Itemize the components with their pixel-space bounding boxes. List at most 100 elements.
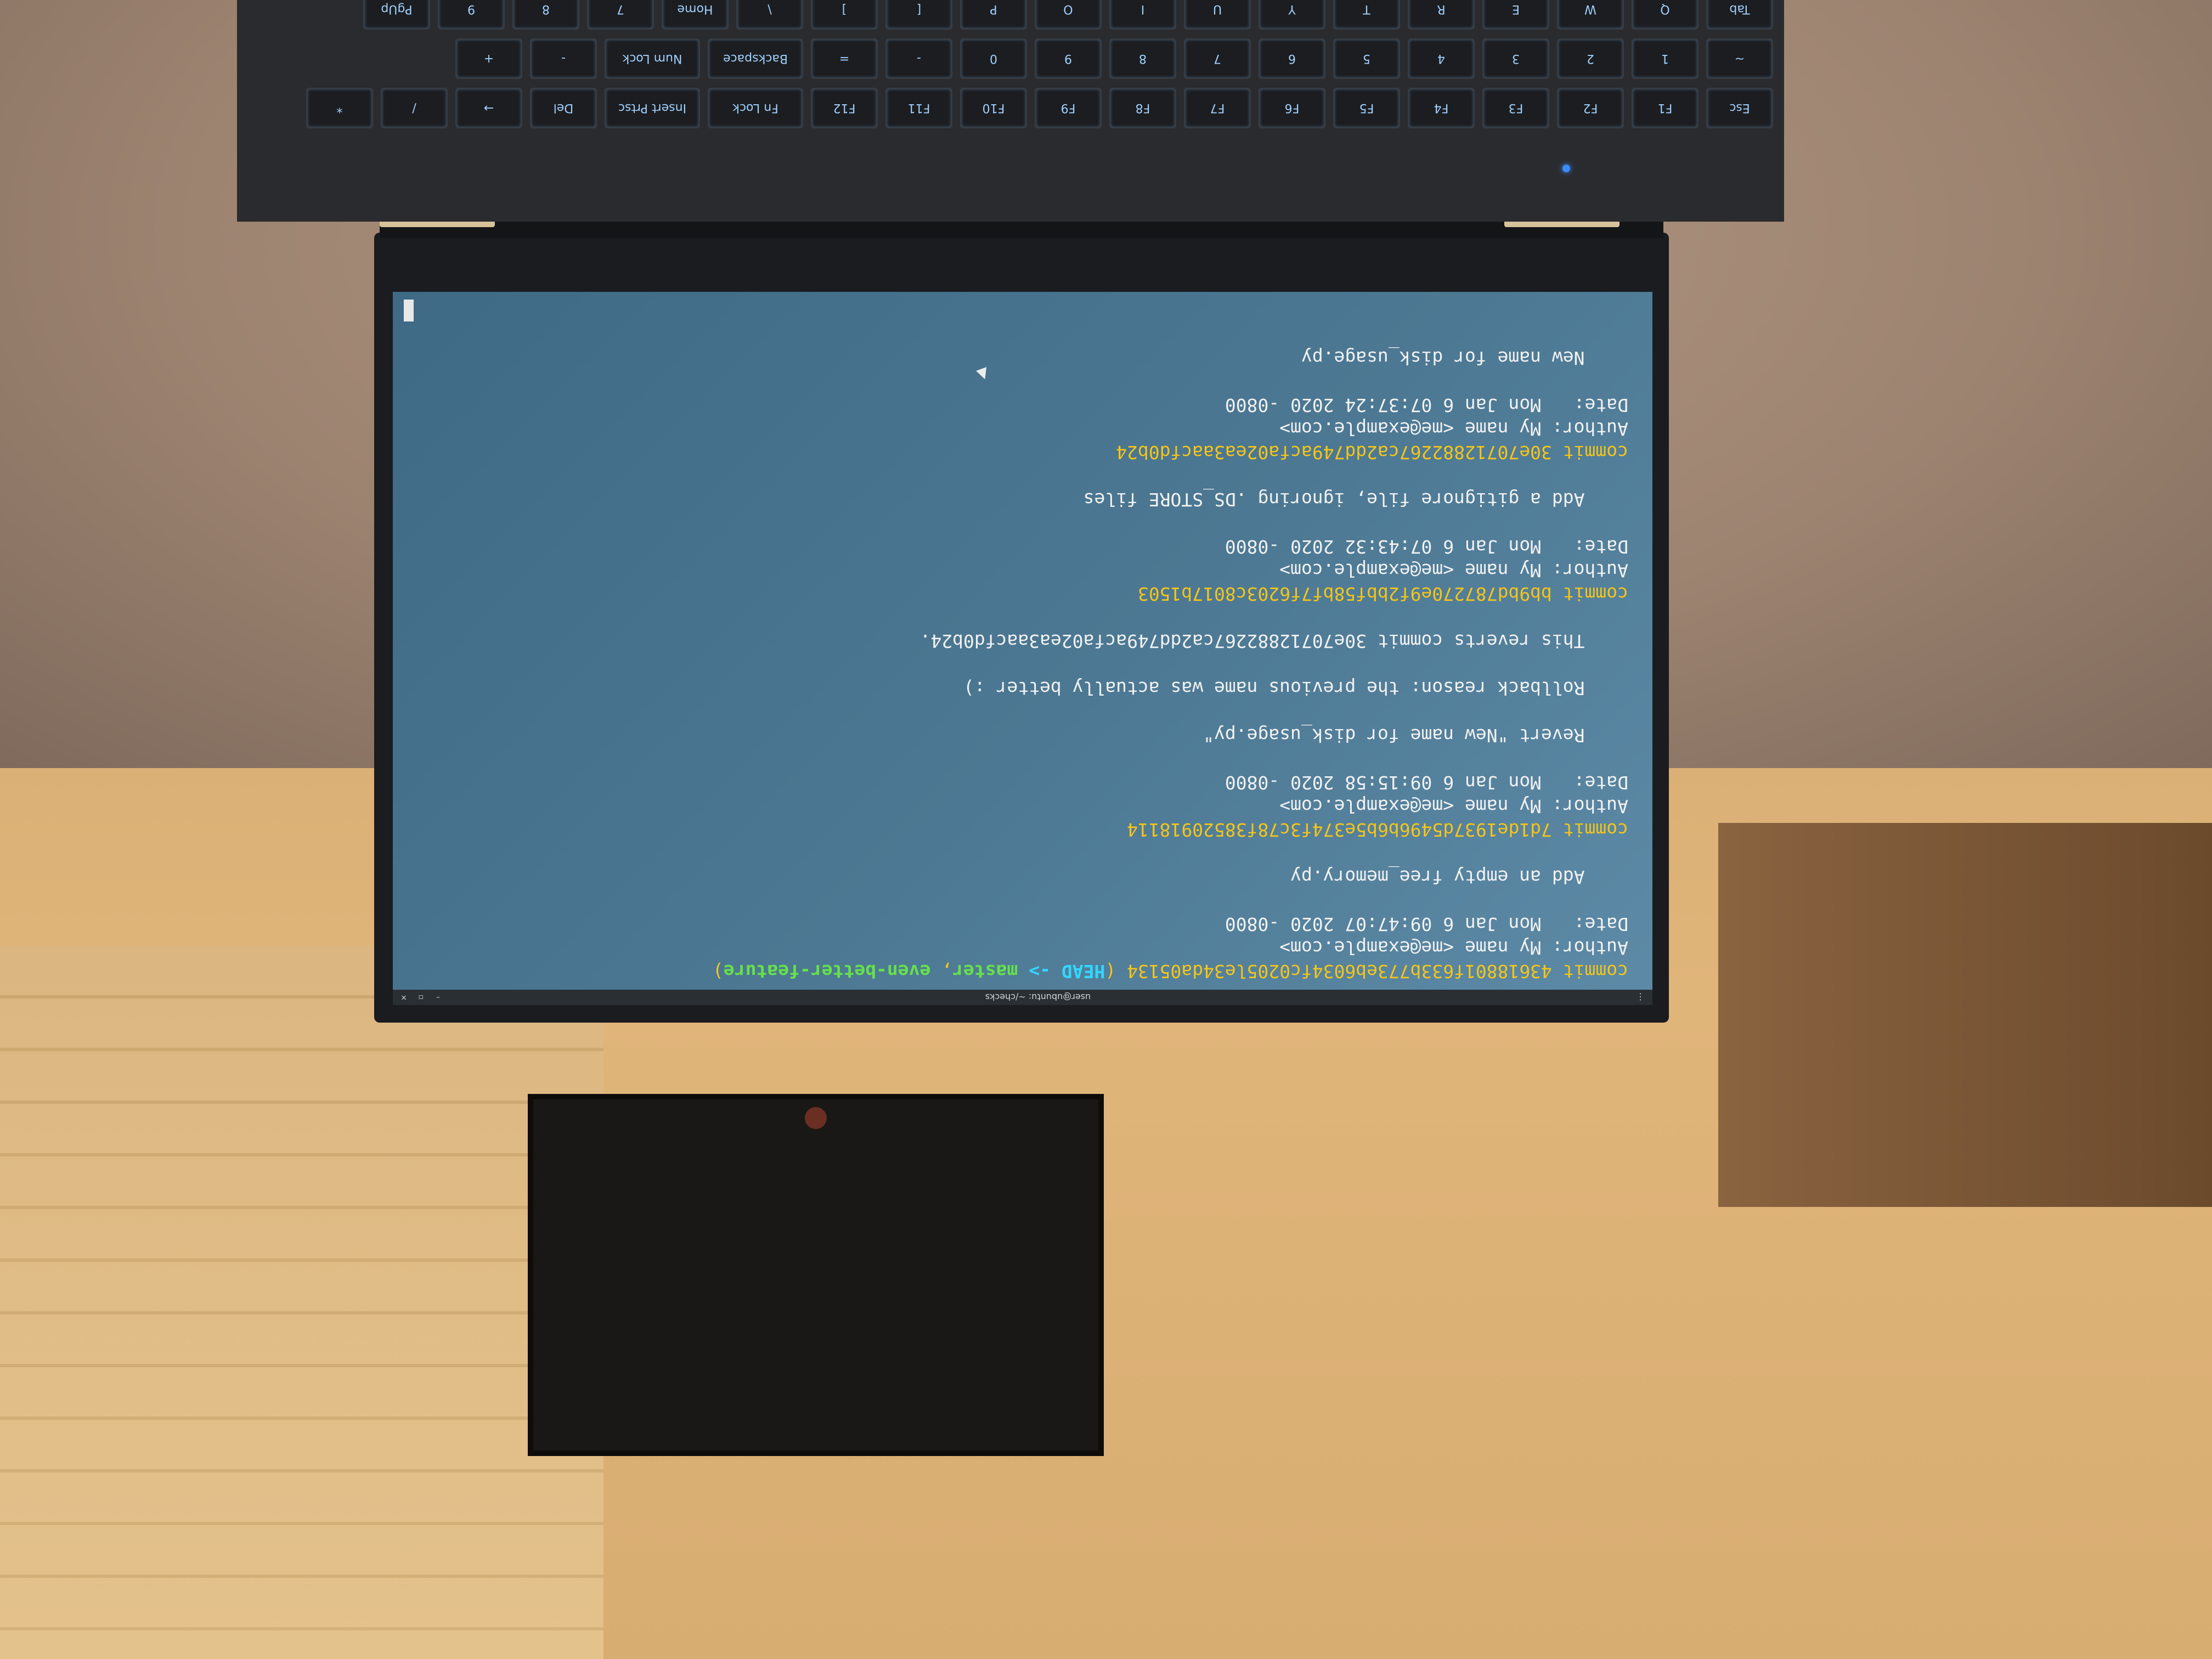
key[interactable]: 1 xyxy=(1632,38,1699,79)
key[interactable]: 9 xyxy=(438,0,505,30)
key[interactable]: 8 xyxy=(512,0,579,30)
author-line: Author: My name <me@example.com> xyxy=(1279,937,1628,958)
keyboard-row-num: ~1 2 3 4 5 6 7 8 9 0- = Backspace Num Lock - + xyxy=(455,38,1773,79)
message-text: Add a gitignore file, ignoring .DS_STORE… xyxy=(1083,489,1585,510)
key[interactable]: F5 xyxy=(1333,88,1400,128)
key[interactable]: 0 xyxy=(960,38,1027,79)
message-text: This reverts commit 30e70712882267ca2dd7… xyxy=(919,630,1585,652)
key[interactable]: T xyxy=(1333,0,1400,30)
key[interactable]: F1 xyxy=(1632,88,1699,128)
key[interactable]: * xyxy=(306,88,373,128)
key[interactable]: Del xyxy=(530,88,597,128)
key[interactable]: 2 xyxy=(1557,38,1624,79)
key[interactable]: / xyxy=(381,88,448,128)
author-line: Author: My name <me@example.com> xyxy=(1279,560,1628,581)
key[interactable]: R xyxy=(1408,0,1475,30)
key[interactable]: PgUp xyxy=(363,0,430,30)
terminal-output[interactable]: commit 43618801f633b773eb6034fc0205le34d… xyxy=(393,292,1652,990)
key[interactable]: F2 xyxy=(1557,88,1624,128)
commit-hash: commit 30e70712882267ca2dd749acfa02ea3aa… xyxy=(1116,442,1628,463)
key[interactable]: O xyxy=(1035,0,1102,30)
menu-icon[interactable]: ⋮ xyxy=(1636,992,1645,1003)
key[interactable]: F3 xyxy=(1482,88,1549,128)
key[interactable]: F7 xyxy=(1184,88,1251,128)
branch-feature: even-better-feature xyxy=(723,961,931,982)
key[interactable]: 8 xyxy=(1109,38,1176,79)
brick-wall xyxy=(0,946,603,1659)
key[interactable]: - xyxy=(530,38,597,79)
key[interactable]: F6 xyxy=(1259,88,1325,128)
key[interactable]: F10 xyxy=(960,88,1027,128)
maximize-icon[interactable]: ▫ xyxy=(417,993,424,1002)
key[interactable]: = xyxy=(811,38,878,79)
key[interactable]: Num Lock xyxy=(605,38,700,79)
key[interactable]: Insert Prtsc xyxy=(605,88,700,128)
key[interactable]: Backspace xyxy=(708,38,803,79)
key[interactable]: F8 xyxy=(1109,88,1176,128)
key[interactable]: Tab xyxy=(1706,0,1773,30)
key[interactable]: → xyxy=(455,88,522,128)
message-line: This reverts commit 30e70712882267ca2dd7… xyxy=(417,629,1628,653)
key[interactable]: ] xyxy=(811,0,878,30)
key[interactable]: F9 xyxy=(1035,88,1102,128)
ref-paren-open: ( xyxy=(1105,961,1116,982)
ref-separator: , xyxy=(941,961,953,982)
terminal-cursor xyxy=(404,300,414,321)
date-line: Date: Mon Jan 6 09:15:58 2020 -0800 xyxy=(1224,772,1628,793)
message-text: Add an empty free_memory.py xyxy=(1290,866,1585,888)
date-line: Date: Mon Jan 6 07:37:24 2020 -0800 xyxy=(1224,394,1628,416)
message-text: Rollback reason: the previous name was a… xyxy=(963,678,1585,699)
key[interactable]: - xyxy=(885,38,952,79)
key[interactable]: 5 xyxy=(1333,38,1400,79)
key[interactable]: 6 xyxy=(1259,38,1325,79)
window-controls: – ▫ × xyxy=(400,993,440,1002)
message-line: New name for disk_usage.py xyxy=(417,346,1628,370)
message-text: Revert "New name for disk_usage.py" xyxy=(1203,725,1585,746)
key[interactable]: P xyxy=(960,0,1027,30)
key[interactable]: F11 xyxy=(885,88,952,128)
window-title: user@ubuntu: ~/checks xyxy=(985,992,1091,1003)
key[interactable]: \ xyxy=(736,0,803,30)
power-led-icon xyxy=(1562,165,1570,172)
key[interactable]: Y xyxy=(1259,0,1325,30)
minimize-icon[interactable]: – xyxy=(433,993,440,1002)
message-line: Rollback reason: the previous name was a… xyxy=(417,676,1628,700)
key[interactable]: I xyxy=(1109,0,1176,30)
key[interactable]: Q xyxy=(1632,0,1699,30)
key[interactable]: 7 xyxy=(1184,38,1251,79)
window-titlebar: ⋮ user@ubuntu: ~/checks – ▫ × xyxy=(393,990,1652,1005)
ref-paren-close: ) xyxy=(713,961,724,982)
key[interactable]: F4 xyxy=(1408,88,1475,128)
key[interactable]: E xyxy=(1482,0,1549,30)
key[interactable]: U xyxy=(1184,0,1251,30)
key[interactable]: + xyxy=(455,38,522,79)
key[interactable]: Home xyxy=(662,0,729,30)
message-line: Add an empty free_memory.py xyxy=(417,865,1628,889)
key[interactable]: 4 xyxy=(1408,38,1475,79)
message-text: New name for disk_usage.py xyxy=(1301,347,1585,369)
wood-floor xyxy=(1718,823,2212,1207)
key[interactable]: Fn Lock xyxy=(708,88,803,128)
close-icon[interactable]: × xyxy=(400,993,407,1002)
author-line: Author: My name <me@example.com> xyxy=(1279,795,1628,817)
commit-line: commit 43618801f633b773eb6034fc0205le34d… xyxy=(417,960,1628,983)
key[interactable]: Esc xyxy=(1706,88,1773,128)
key[interactable]: 3 xyxy=(1482,38,1549,79)
key[interactable]: 9 xyxy=(1035,38,1102,79)
keyboard-row-fn: Esc F1 F2 F3 F4 F5 F6 F7 F8 F9 F10 F11 F12 Fn Lock Ins… xyxy=(306,88,1773,128)
key[interactable]: [ xyxy=(885,0,952,30)
key[interactable]: ~ xyxy=(1706,38,1773,79)
key[interactable]: F12 xyxy=(811,88,878,128)
key[interactable]: 7 xyxy=(587,0,654,30)
key[interactable]: W xyxy=(1557,0,1624,30)
author-line: Author: My name <me@example.com> xyxy=(1279,418,1628,439)
tv-logo-icon xyxy=(805,1107,827,1129)
